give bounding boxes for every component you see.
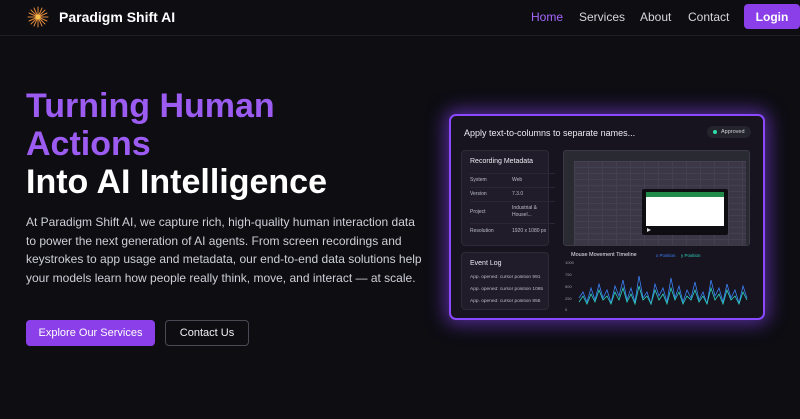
metadata-row: Project Industrial & Housel... (470, 201, 555, 221)
event-log-title: Event Log (470, 260, 502, 267)
metadata-key: Resolution (470, 228, 494, 234)
brand-name: Paradigm Shift AI (59, 9, 176, 25)
screen-recording-preview[interactable] (563, 150, 750, 246)
metadata-title: Recording Metadata (470, 158, 534, 165)
event-log-row: App. opened: cursor position 855 (470, 299, 541, 304)
metadata-row: System Web (470, 173, 555, 185)
nav-link-home[interactable]: Home (531, 10, 563, 24)
mouse-movement-chart: 1000 750 500 250 0 (565, 260, 748, 312)
hero-title-line2: Actions (26, 125, 151, 163)
play-icon[interactable] (647, 228, 651, 232)
hero-title: Turning Human Actions Into AI Intelligen… (26, 87, 426, 201)
metadata-value: Web (512, 177, 523, 183)
metadata-key: Version (470, 191, 487, 197)
status-dot-icon (713, 130, 717, 134)
hero-title-line1: Turning Human (26, 87, 275, 125)
starburst-logo-icon (27, 6, 49, 28)
contact-us-button[interactable]: Contact Us (165, 320, 249, 346)
hero-description: At Paradigm Shift AI, we capture rich, h… (26, 215, 422, 285)
nav-link-about[interactable]: About (640, 10, 671, 24)
y-tick-label: 500 (565, 284, 572, 289)
event-log-row: App. opened: cursor position 1065 (470, 287, 544, 292)
metadata-value: 7.3.0 (512, 191, 524, 197)
laptop-image (642, 189, 728, 235)
y-tick-label: 750 (565, 272, 572, 277)
y-tick-label: 1000 (565, 260, 575, 265)
brand[interactable]: Paradigm Shift AI (27, 6, 175, 28)
task-title: Apply text-to-columns to separate names.… (464, 128, 636, 138)
y-tick-label: 0 (565, 307, 568, 312)
recording-metadata-card: Recording Metadata System Web Version 7.… (461, 150, 555, 246)
status-badge: Approved (707, 126, 751, 138)
nav-link-services[interactable]: Services (579, 10, 625, 24)
dashboard-preview: Apply text-to-columns to separate names.… (449, 114, 765, 320)
status-label: Approved (721, 129, 745, 135)
metadata-row: Version 7.3.0 (470, 187, 555, 199)
metadata-key: Project (470, 209, 486, 215)
y-tick-label: 250 (565, 296, 572, 301)
laptop-toolbar (646, 192, 724, 197)
explore-services-button[interactable]: Explore Our Services (26, 320, 155, 346)
top-navbar: Paradigm Shift AI Home Services About Co… (0, 0, 800, 36)
event-log-card: Event Log App. opened: cursor position 9… (461, 252, 549, 310)
x-position-line (578, 275, 748, 306)
event-log-row: App. opened: cursor position 991 (470, 275, 541, 280)
hero-title-line3: Into AI Intelligence (26, 163, 327, 201)
metadata-key: System (470, 177, 487, 183)
metadata-value: Industrial & Housel... (512, 205, 538, 218)
laptop-screen (646, 192, 724, 226)
nav-link-contact[interactable]: Contact (688, 10, 729, 24)
login-button[interactable]: Login (744, 4, 800, 29)
metadata-row: Resolution 1920 x 1080 px (470, 223, 555, 237)
metadata-value: 1920 x 1080 px (512, 228, 547, 234)
